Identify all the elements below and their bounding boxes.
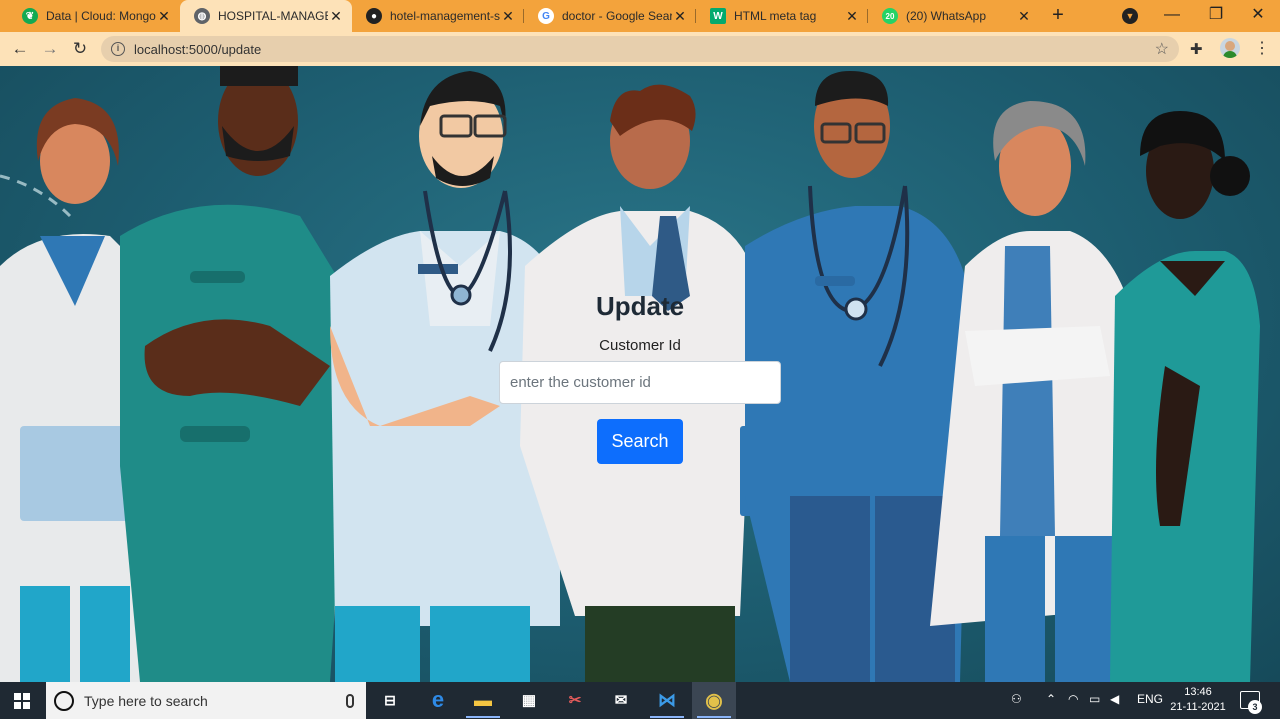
- tab-label: Data | Cloud: MongoD: [46, 9, 156, 23]
- vscode-icon[interactable]: ⋈: [650, 688, 684, 718]
- tab-label: doctor - Google Searc: [562, 9, 672, 23]
- url-text[interactable]: localhost:5000/update: [134, 42, 261, 57]
- tab-mongodb[interactable]: ❦ Data | Cloud: MongoD ✕: [8, 0, 180, 32]
- browser-toolbar: ← → ↻ i localhost:5000/update ☆: [0, 32, 1280, 66]
- close-tab-icon[interactable]: ✕: [156, 8, 172, 25]
- tab-strip: ❦ Data | Cloud: MongoD ✕ ◍ HOSPITAL-MANA…: [0, 0, 1280, 32]
- profile-avatar[interactable]: [1220, 38, 1240, 58]
- search-button[interactable]: Search: [597, 419, 683, 464]
- close-tab-icon[interactable]: ✕: [328, 8, 344, 25]
- tab-github[interactable]: ● hotel-management-sy ✕: [352, 0, 524, 32]
- snip-sketch-icon[interactable]: ✂: [562, 688, 588, 712]
- volume-icon[interactable]: ◀: [1110, 692, 1119, 706]
- tab-whatsapp[interactable]: 20 (20) WhatsApp ✕: [868, 0, 1040, 32]
- forward-icon[interactable]: →: [38, 37, 62, 61]
- customer-id-label: Customer Id: [599, 337, 681, 354]
- battery-icon[interactable]: ▭: [1089, 692, 1100, 706]
- close-tab-icon[interactable]: ✕: [1016, 8, 1032, 25]
- update-form: Update Customer Id Search: [499, 288, 781, 464]
- tab-hospital-management[interactable]: ◍ HOSPITAL-MANAGEM ✕: [180, 0, 352, 32]
- bookmark-star-icon[interactable]: ☆: [1155, 39, 1169, 59]
- edge-browser-icon[interactable]: e: [425, 687, 451, 712]
- minimize-button[interactable]: —: [1150, 0, 1194, 32]
- show-hidden-icons-chevron-icon[interactable]: ⌃: [1046, 692, 1056, 706]
- people-icon[interactable]: ⚇: [1011, 692, 1022, 706]
- back-icon[interactable]: ←: [8, 37, 32, 61]
- microsoft-store-icon[interactable]: ▦: [516, 688, 542, 712]
- close-tab-icon[interactable]: ✕: [844, 8, 860, 25]
- doctor-figure-7: [1110, 111, 1260, 682]
- taskbar-search-placeholder: Type here to search: [84, 692, 208, 709]
- address-bar[interactable]: i localhost:5000/update ☆: [101, 36, 1179, 62]
- new-tab-button[interactable]: +: [1046, 4, 1070, 28]
- notification-count-badge: 3: [1248, 700, 1262, 714]
- task-view-icon[interactable]: ⊟: [377, 688, 403, 712]
- windows-start-icon[interactable]: [14, 693, 30, 709]
- github-icon: ●: [366, 8, 382, 24]
- w3schools-icon: W: [710, 8, 726, 24]
- mail-icon[interactable]: ✉: [608, 688, 634, 712]
- page-title: Update: [595, 291, 685, 321]
- close-tab-icon[interactable]: ✕: [500, 8, 516, 25]
- page-viewport: Update Customer Id Search: [0, 66, 1280, 682]
- tab-w3schools[interactable]: W HTML meta tag ✕: [696, 0, 868, 32]
- cortana-circle-icon: [54, 690, 74, 711]
- globe-icon: ◍: [194, 8, 210, 24]
- chrome-icon[interactable]: ◉: [697, 688, 731, 718]
- tab-label: HTML meta tag: [734, 9, 817, 23]
- tab-label: (20) WhatsApp: [906, 9, 987, 23]
- tab-label: HOSPITAL-MANAGEM: [218, 9, 328, 23]
- microphone-icon[interactable]: [346, 693, 354, 708]
- windows-taskbar: Type here to search ⊟ e ▬ ▦ ✂ ✉ ⋈ ◉ ⚇ ⌃ …: [0, 682, 1280, 719]
- file-explorer-icon[interactable]: ▬: [466, 688, 500, 718]
- clock-date: 21-11-2021: [1170, 701, 1226, 713]
- extensions-puzzle-icon[interactable]: ✚: [1190, 40, 1203, 58]
- mongodb-leaf-icon: ❦: [22, 8, 38, 24]
- doctor-figure-2: [120, 66, 355, 682]
- site-info-icon[interactable]: i: [111, 42, 125, 56]
- tab-google-search[interactable]: G doctor - Google Searc ✕: [524, 0, 696, 32]
- taskbar-search-box[interactable]: Type here to search: [46, 682, 366, 719]
- reload-icon[interactable]: ↻: [68, 37, 92, 61]
- google-icon: G: [538, 8, 554, 24]
- customer-id-input[interactable]: [499, 361, 781, 404]
- restore-button[interactable]: ❐: [1194, 0, 1238, 32]
- tab-search-icon[interactable]: ▼: [1122, 8, 1138, 24]
- system-clock[interactable]: 13:46 21-11-2021: [1160, 685, 1236, 715]
- clock-time: 13:46: [1184, 686, 1212, 698]
- close-window-button[interactable]: ✕: [1236, 0, 1280, 32]
- browser-menu-icon[interactable]: ⋮: [1254, 38, 1270, 58]
- wifi-icon[interactable]: ◠: [1068, 692, 1078, 706]
- close-tab-icon[interactable]: ✕: [672, 8, 688, 25]
- tab-label: hotel-management-sy: [390, 9, 500, 23]
- whatsapp-icon: 20: [882, 8, 898, 24]
